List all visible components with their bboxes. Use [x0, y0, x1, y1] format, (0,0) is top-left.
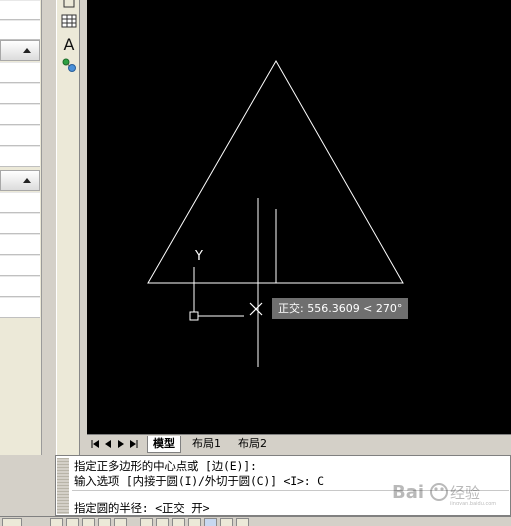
prev-tab-icon[interactable]	[103, 438, 113, 450]
status-toggle[interactable]	[66, 518, 79, 526]
palette-row[interactable]	[0, 0, 40, 20]
grid-status-icon[interactable]	[2, 518, 22, 526]
ortho-tooltip: 正交: 556.3609 < 270°	[272, 298, 409, 319]
status-toggle[interactable]	[236, 518, 249, 526]
palette-row[interactable]	[0, 192, 40, 213]
properties-palette	[0, 0, 42, 455]
palette-section-header[interactable]	[0, 170, 40, 191]
palette-row[interactable]	[0, 255, 40, 276]
status-toggle[interactable]	[82, 518, 95, 526]
status-bar	[0, 516, 511, 526]
status-toggle[interactable]	[188, 518, 201, 526]
palette-row[interactable]	[0, 146, 40, 167]
status-toggle[interactable]	[50, 518, 63, 526]
palette-row[interactable]	[0, 234, 40, 255]
tab-layout1[interactable]: 布局1	[187, 436, 226, 453]
first-tab-icon[interactable]	[90, 438, 100, 450]
command-window-grip[interactable]	[57, 458, 69, 514]
command-prompt-line[interactable]: 指定圆的半径: <正交 开>	[74, 500, 210, 516]
svg-text:Bai: Bai	[392, 482, 424, 503]
palette-row[interactable]	[0, 104, 40, 125]
text-tool-label: A	[63, 34, 75, 54]
baidu-watermark: Bai 经验 jingyan.baidu.com	[392, 479, 510, 507]
tab-layout2[interactable]: 布局2	[233, 436, 272, 453]
palette-row[interactable]	[0, 20, 40, 40]
palette-row[interactable]	[0, 276, 40, 297]
palette-row[interactable]	[0, 83, 40, 104]
last-tab-icon[interactable]	[129, 438, 139, 450]
drawing-canvas[interactable]: Y 正交: 556.3609 < 270°	[87, 0, 511, 434]
ucs-origin-box	[189, 311, 199, 321]
table-tool-icon[interactable]	[59, 11, 79, 31]
status-toggle[interactable]	[140, 518, 153, 526]
command-history-line: 输入选项 [内接于圆(I)/外切于圆(C)] <I>: C	[74, 474, 324, 488]
palette-row[interactable]	[0, 62, 40, 83]
collapse-arrow-icon[interactable]	[23, 48, 31, 53]
status-toggle[interactable]	[98, 518, 111, 526]
drawing-area[interactable]: Y	[87, 0, 511, 434]
svg-text:经验: 经验	[450, 484, 480, 502]
autocad-window: A Y 正交: 556.3609 < 270° 模型 布局1 布局2 指定正多边…	[0, 0, 511, 526]
status-toggle[interactable]	[156, 518, 169, 526]
status-toggle[interactable]	[204, 518, 217, 526]
multiline-text-icon[interactable]: A	[59, 34, 79, 54]
tab-model[interactable]: 模型	[147, 436, 181, 453]
status-toggle[interactable]	[220, 518, 233, 526]
draw-toolbar: A	[56, 0, 80, 455]
palette-row[interactable]	[0, 213, 40, 234]
add-selected-icon[interactable]	[59, 55, 79, 75]
palette-row[interactable]	[0, 297, 40, 318]
svg-text:jingyan.baidu.com: jingyan.baidu.com	[449, 501, 496, 505]
next-tab-icon[interactable]	[116, 438, 126, 450]
command-history-line: 指定正多边形的中心点或 [边(E)]:	[74, 459, 257, 473]
layout-tab-bar: 模型 布局1 布局2	[87, 434, 511, 455]
status-toggle[interactable]	[172, 518, 185, 526]
status-toggle[interactable]	[114, 518, 127, 526]
ucs-y-label: Y	[194, 249, 203, 264]
palette-row[interactable]	[0, 125, 40, 146]
collapse-arrow-icon[interactable]	[23, 178, 31, 183]
palette-section-header[interactable]	[0, 40, 40, 61]
